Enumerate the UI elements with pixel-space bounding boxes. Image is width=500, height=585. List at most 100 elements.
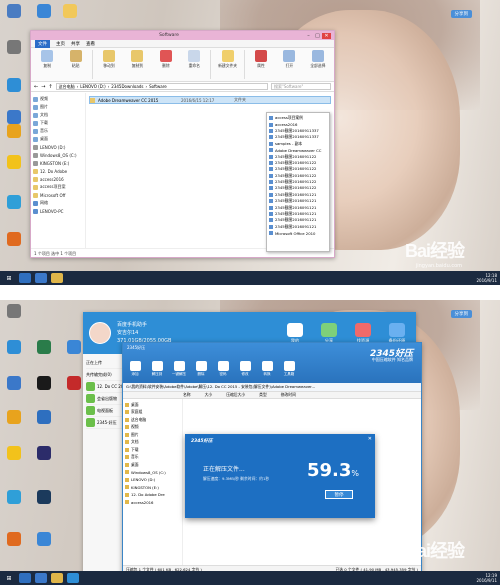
tree-node[interactable]: 12. Do Adobe Dre <box>125 491 180 499</box>
desktop-icon[interactable] <box>2 4 26 19</box>
delete-button[interactable]: 删除 <box>193 361 209 377</box>
desktop-icon[interactable] <box>32 376 56 391</box>
paste-button[interactable]: 粘贴 <box>63 50 87 79</box>
tree-node[interactable]: 音乐 <box>125 454 180 462</box>
back-icon[interactable]: ← <box>34 84 38 90</box>
share-button[interactable]: 分享到 <box>450 10 472 18</box>
password-button[interactable]: 密码 <box>215 361 231 377</box>
new-folder-button[interactable]: 新建文件夹 <box>215 50 239 79</box>
tree-node[interactable]: 文档 <box>125 439 180 447</box>
desktop-icon[interactable] <box>2 232 26 247</box>
taskbar-app-icon[interactable] <box>35 573 47 583</box>
tree-node[interactable]: 桌面 <box>125 461 180 469</box>
column-header[interactable]: 名称 <box>183 392 191 398</box>
taskbar-app-icon[interactable] <box>51 273 63 283</box>
popup-item[interactable]: 2345截图20160911337 <box>269 128 327 134</box>
tab-home[interactable]: 主页 <box>56 41 65 47</box>
desktop-icon[interactable] <box>2 532 26 547</box>
breadcrumb-item[interactable]: LENOVO (D:) <box>80 84 105 89</box>
tab-view[interactable]: 查看 <box>86 41 95 47</box>
copy-to-button[interactable]: 复制到 <box>125 50 149 79</box>
desktop-icon[interactable] <box>2 124 26 139</box>
column-header[interactable]: 压缩后大小 <box>226 392 245 398</box>
breadcrumb-item[interactable]: 2345Downloads <box>111 84 143 89</box>
system-tray[interactable]: 12:18 2016/9/11 <box>476 273 497 283</box>
nav-item[interactable]: 图片 <box>33 103 83 111</box>
open-button[interactable]: 打开 <box>277 50 301 79</box>
start-icon[interactable]: ⊞ <box>3 573 15 583</box>
properties-button[interactable]: 属性 <box>249 50 273 79</box>
tree-node[interactable]: KINGSTON (E:) <box>125 484 180 492</box>
tree-node[interactable]: LENOVO (D:) <box>125 476 180 484</box>
tree-node[interactable]: 下载 <box>125 446 180 454</box>
nav-item[interactable]: 网络 <box>33 199 83 207</box>
desktop-icon[interactable] <box>2 410 26 425</box>
nav-item[interactable]: 桌面 <box>33 135 83 143</box>
desktop-icon[interactable] <box>32 446 56 461</box>
rename-button[interactable]: 重命名 <box>182 50 206 79</box>
nav-item[interactable]: 下载 <box>33 119 83 127</box>
breadcrumb-item[interactable]: Software <box>149 84 167 89</box>
tree-node[interactable]: 图片 <box>125 431 180 439</box>
tree-node[interactable]: 这台电脑 <box>125 416 180 424</box>
nav-item[interactable]: Windows8_OS (C:) <box>33 151 83 159</box>
popup-item[interactable]: 2345截图20160911337 <box>269 134 327 140</box>
desktop-icon[interactable] <box>2 340 26 355</box>
breadcrumb-item[interactable]: 这台电脑 <box>59 84 75 90</box>
taskbar-app-icon[interactable] <box>67 573 79 583</box>
archive-path-bar[interactable]: G:\我的资料\软件安装\Adobe软件\Adobe\解压\12. Do CC … <box>123 383 421 392</box>
add-button[interactable]: 添加 <box>127 361 143 377</box>
tab-share[interactable]: 共享 <box>71 41 80 47</box>
popup-item[interactable]: Microsoft Office 2010 <box>269 230 327 236</box>
nav-item[interactable]: access2016 <box>33 175 83 183</box>
system-tray[interactable]: 12:19 2016/9/11 <box>476 573 497 583</box>
copy-button[interactable]: 复制 <box>35 50 59 79</box>
tree-node[interactable]: access2016 <box>125 499 180 507</box>
file-row[interactable]: Adobe Dreamweaver CC 2015 2016/6/15 12:1… <box>89 96 331 104</box>
share-button[interactable]: 分享到 <box>450 310 472 318</box>
column-header[interactable]: 修改时间 <box>281 392 296 398</box>
toolbox-button[interactable]: 工具箱 <box>281 361 297 377</box>
tab-share[interactable]: 分享 <box>316 322 342 344</box>
nav-item[interactable]: 文档 <box>33 111 83 119</box>
tab-backup[interactable]: 备份还原 <box>384 322 410 344</box>
minimize-icon[interactable]: – <box>304 33 313 39</box>
desktop-icon[interactable] <box>2 110 26 125</box>
address-bar[interactable]: 这台电脑 › LENOVO (D:) › 2345Downloads › Softwa… <box>55 83 268 90</box>
desktop-icon[interactable] <box>2 40 26 55</box>
desktop-icon[interactable] <box>32 4 56 19</box>
column-header[interactable]: 大小 <box>205 392 213 398</box>
tree-node[interactable]: 桌面 <box>125 401 180 409</box>
avatar[interactable] <box>89 322 111 344</box>
tree-node[interactable]: 家庭组 <box>125 409 180 417</box>
move-to-button[interactable]: 移动到 <box>97 50 121 79</box>
maximize-icon[interactable]: □ <box>313 33 322 39</box>
desktop-icon[interactable] <box>58 4 82 19</box>
close-icon[interactable]: ✕ <box>322 32 331 39</box>
forward-icon[interactable]: → <box>41 84 45 90</box>
nav-item[interactable]: access项目案 <box>33 183 83 191</box>
desktop-icon[interactable] <box>32 532 56 547</box>
tab-file[interactable]: 文件 <box>35 39 50 48</box>
modify-button[interactable]: 修改 <box>237 361 253 377</box>
nav-item[interactable]: LENOVO (D:) <box>33 143 83 151</box>
taskbar-app-icon[interactable] <box>19 573 31 583</box>
nav-item[interactable]: 视频 <box>33 95 83 103</box>
popup-item[interactable]: Adobe Dreamweaver CC <box>269 147 327 153</box>
tab-find[interactable]: 找资源 <box>350 322 376 344</box>
desktop-icon[interactable] <box>2 304 26 319</box>
desktop-icon[interactable] <box>2 155 26 170</box>
desktop-icon[interactable] <box>2 490 26 505</box>
delete-button[interactable]: 删除 <box>154 50 178 79</box>
taskbar-app-icon[interactable] <box>19 273 31 283</box>
desktop-icon[interactable] <box>2 78 26 93</box>
extract-to-button[interactable]: 解压到 <box>149 361 165 377</box>
taskbar-app-icon[interactable] <box>51 573 63 583</box>
tab-mine[interactable]: 我的 <box>282 322 308 344</box>
column-header[interactable]: 类型 <box>259 392 267 398</box>
desktop-icon[interactable] <box>2 446 26 461</box>
nav-item[interactable]: 12. Do Adobe <box>33 167 83 175</box>
select-all-button[interactable]: 全部选择 <box>306 50 330 79</box>
start-icon[interactable]: ⊞ <box>3 273 15 283</box>
nav-item[interactable]: Microsoft Off <box>33 191 83 199</box>
